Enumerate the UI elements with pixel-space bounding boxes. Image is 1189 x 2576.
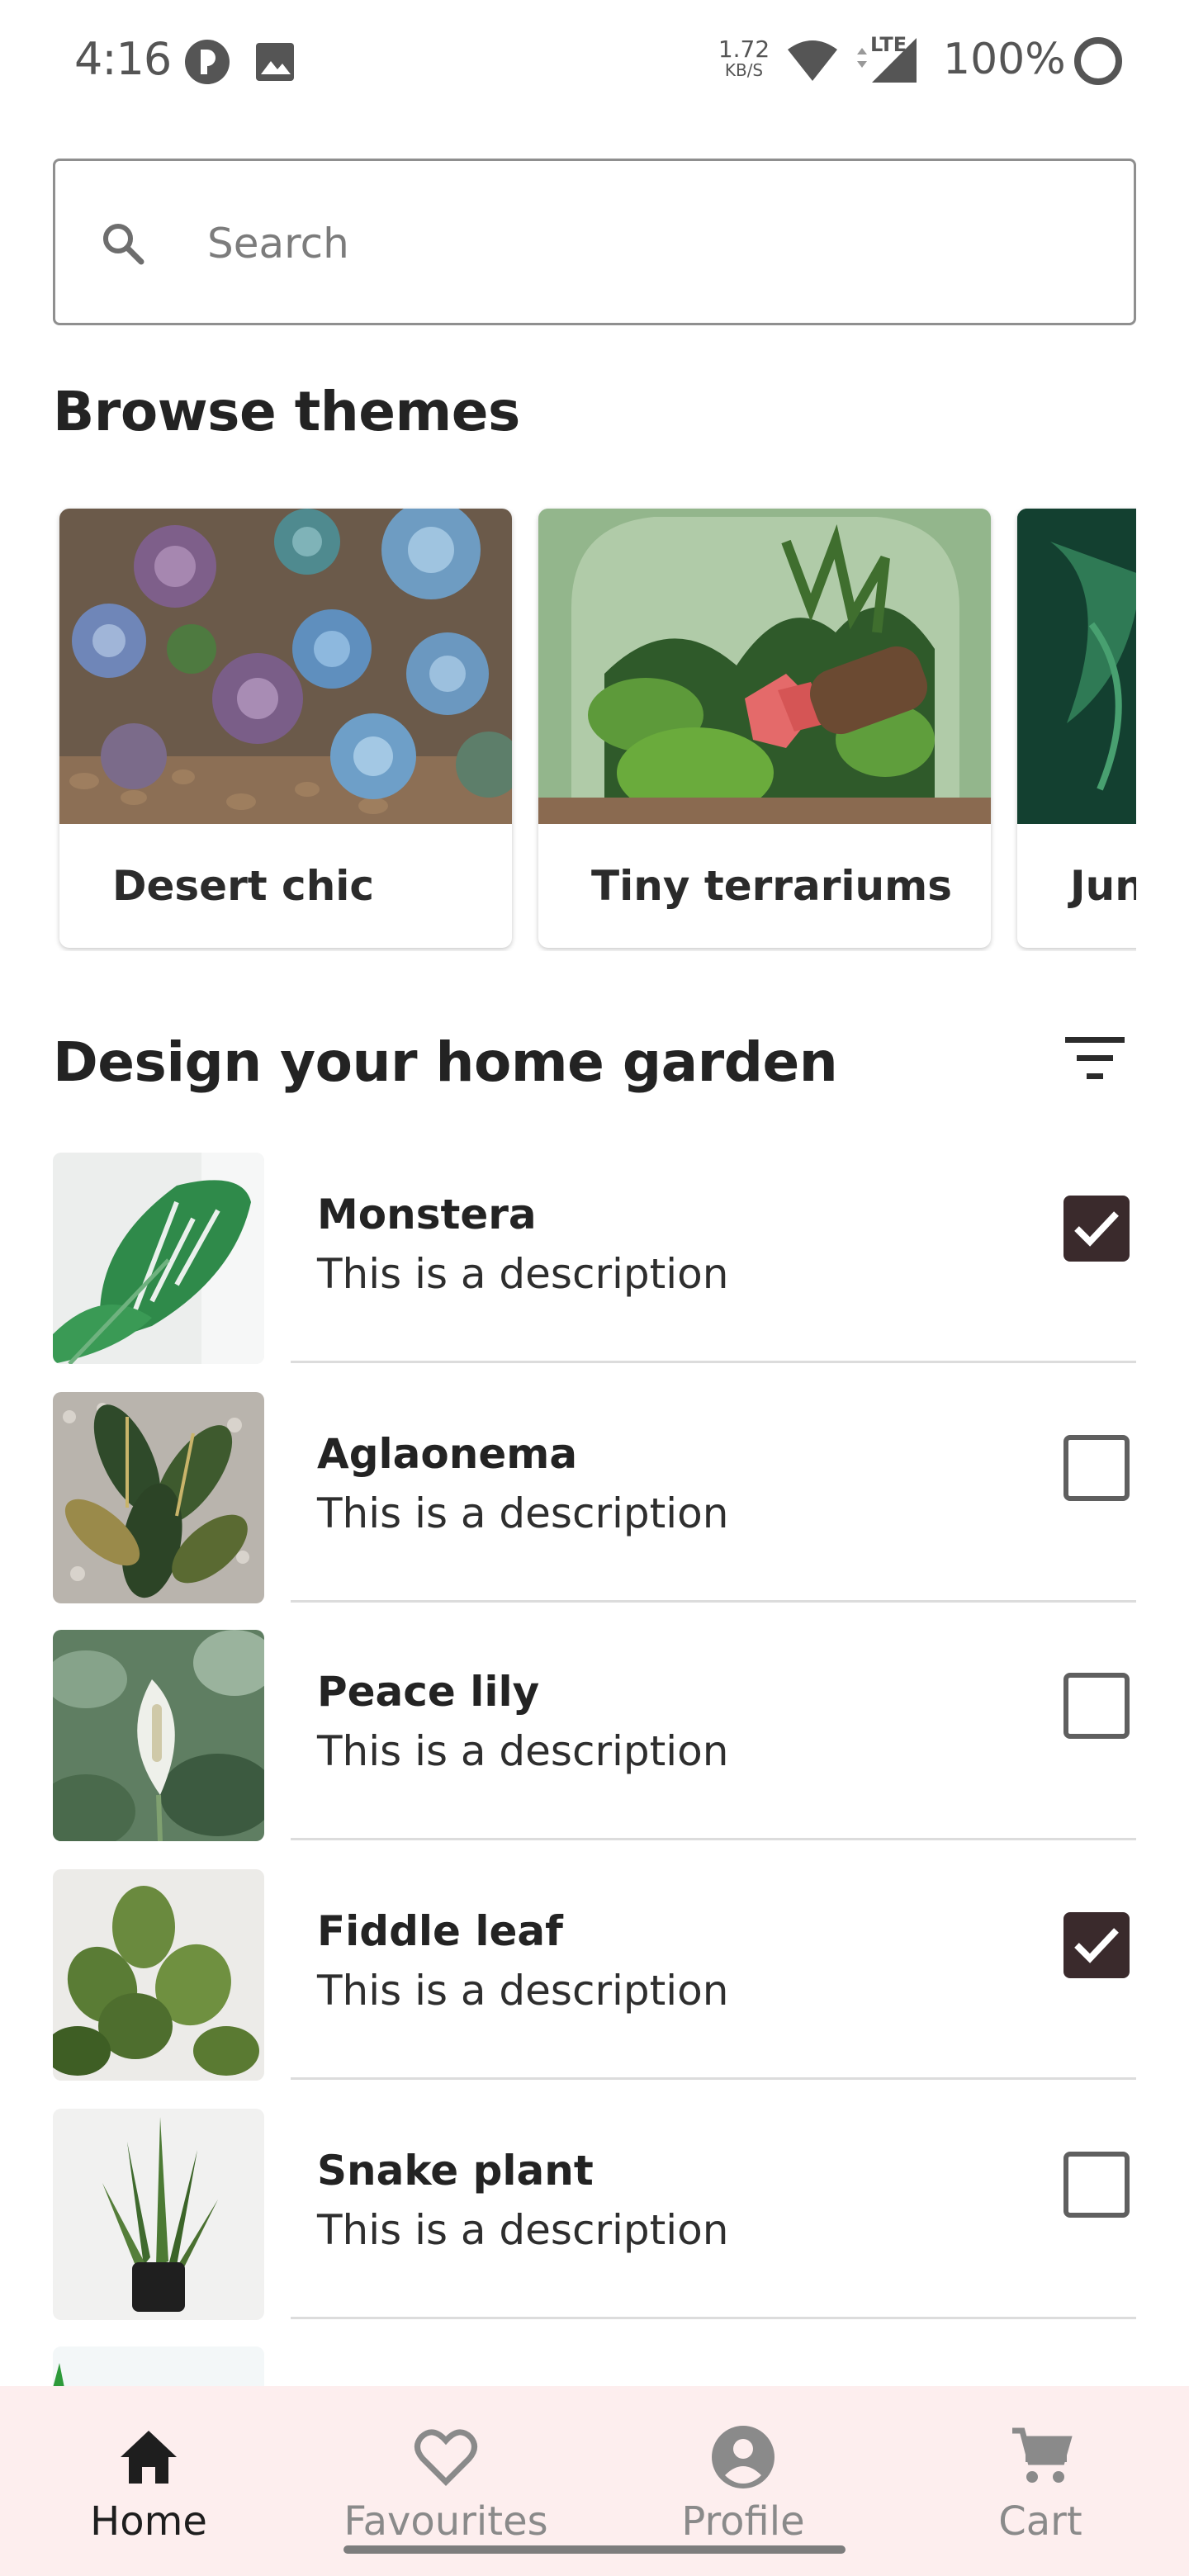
theme-image-jungle	[1017, 509, 1136, 824]
theme-card-jungle[interactable]: Jun	[1017, 509, 1136, 948]
wifi-icon	[788, 40, 837, 81]
nav-cart[interactable]: Cart	[892, 2386, 1189, 2576]
check-icon	[1074, 1928, 1119, 1963]
plant-name: Aglaonema	[317, 1430, 578, 1478]
list-item-aglaonema[interactable]: Aglaonema This is a description	[0, 1390, 1189, 1628]
nav-label: Profile	[681, 2498, 805, 2545]
plant-description: This is a description	[317, 1967, 729, 2015]
nav-home[interactable]: Home	[0, 2386, 297, 2576]
divider	[291, 1600, 1136, 1603]
plant-description: This is a description	[317, 1250, 729, 1298]
plant-name: Snake plant	[317, 2147, 594, 2195]
cart-icon	[1012, 2427, 1073, 2483]
plant-description: This is a description	[317, 1489, 729, 1537]
theme-card-tiny-terrariums[interactable]: Tiny terrariums	[538, 509, 991, 948]
filter-icon[interactable]	[1062, 1034, 1128, 1083]
network-speed: 1.72 KB/S	[718, 36, 770, 80]
plant-thumbnail-snake-plant	[53, 2109, 264, 2320]
themes-carousel[interactable]: Desert chic Tiny terrariums Jun	[53, 505, 1136, 951]
divider	[291, 2077, 1136, 2080]
list-item-peace-lily[interactable]: Peace lily This is a description	[0, 1628, 1189, 1866]
nav-label: Home	[90, 2498, 207, 2545]
design-garden-title: Design your home garden	[53, 1030, 838, 1094]
plant-description: This is a description	[317, 2206, 729, 2254]
plant-checkbox-peace-lily[interactable]	[1063, 1673, 1130, 1739]
plant-checkbox-fiddle-leaf[interactable]	[1063, 1912, 1130, 1978]
account-icon	[712, 2426, 775, 2488]
plant-checkbox-monstera[interactable]	[1063, 1196, 1130, 1262]
plant-thumbnail-fiddle-leaf	[53, 1869, 264, 2081]
plant-thumbnail-aglaonema	[53, 1392, 264, 1603]
theme-label: Desert chic	[112, 862, 375, 910]
plant-checkbox-snake-plant[interactable]	[1063, 2152, 1130, 2218]
search-input[interactable]	[207, 211, 1033, 277]
status-time: 4:16	[74, 33, 172, 85]
divider	[291, 1838, 1136, 1840]
browse-themes-title: Browse themes	[53, 380, 520, 443]
theme-label: Jun	[1070, 862, 1136, 910]
theme-label: Tiny terrariums	[591, 862, 952, 910]
search-icon	[103, 224, 144, 265]
home-icon	[121, 2431, 177, 2484]
battery-text: 100%	[943, 35, 1066, 84]
theme-image-desert-chic	[59, 509, 512, 824]
image-notification-icon	[256, 43, 294, 81]
plant-checkbox-aglaonema[interactable]	[1063, 1435, 1130, 1501]
gesture-bar[interactable]	[343, 2545, 846, 2554]
plant-thumbnail-peace-lily	[53, 1630, 264, 1841]
plant-description: This is a description	[317, 1727, 729, 1775]
heart-icon	[414, 2429, 477, 2486]
list-item-monstera[interactable]: Monstera This is a description	[0, 1151, 1189, 1389]
divider	[291, 2317, 1136, 2319]
plant-name: Fiddle leaf	[317, 1907, 563, 1955]
plant-thumbnail-partial	[53, 2346, 264, 2388]
network-type: LTE	[870, 33, 907, 56]
nav-label: Cart	[998, 2498, 1082, 2545]
search-box[interactable]	[53, 159, 1136, 325]
plant-name: Monstera	[317, 1191, 537, 1238]
nav-label: Favourites	[343, 2498, 548, 2545]
divider	[291, 1361, 1136, 1363]
list-item-partial[interactable]	[0, 2345, 1189, 2388]
battery-icon	[1074, 37, 1122, 85]
theme-card-desert-chic[interactable]: Desert chic	[59, 509, 512, 948]
plant-thumbnail-monstera	[53, 1153, 264, 1364]
status-bar: 4:16 1.72 KB/S LTE 100%	[0, 0, 1189, 124]
theme-image-tiny-terrariums	[538, 509, 991, 824]
list-item-fiddle-leaf[interactable]: Fiddle leaf This is a description	[0, 1868, 1189, 2105]
check-icon	[1074, 1211, 1119, 1247]
app-notification-icon	[185, 40, 230, 84]
list-item-snake-plant[interactable]: Snake plant This is a description	[0, 2107, 1189, 2345]
plant-name: Peace lily	[317, 1668, 540, 1716]
